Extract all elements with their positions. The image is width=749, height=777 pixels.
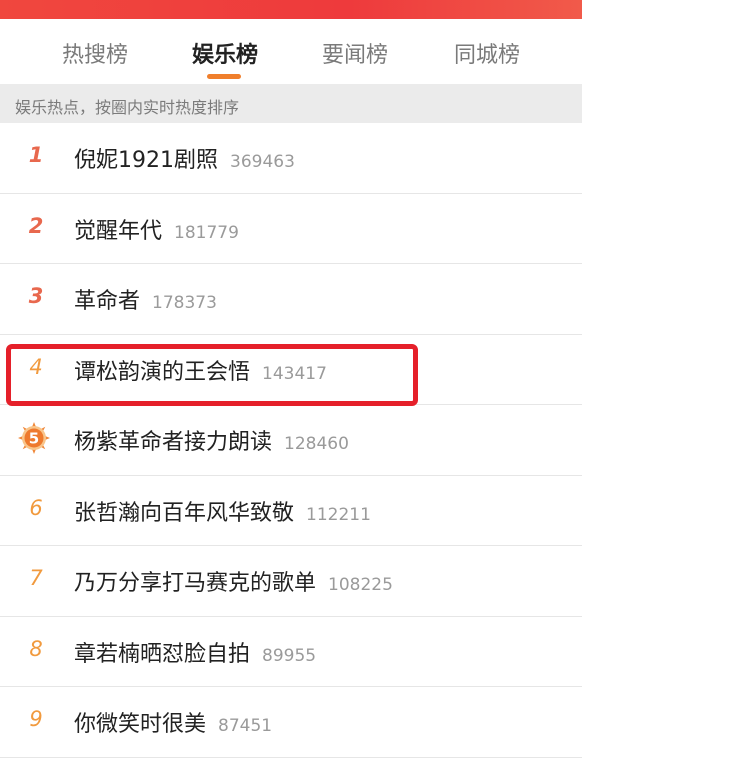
tab-bar: 热搜榜 娱乐榜 要闻榜 同城榜 (0, 19, 582, 83)
list-item[interactable]: 9 你微笑时很美 87451 (0, 687, 582, 758)
rank-number: 5 (29, 430, 39, 448)
heat-count: 369463 (230, 152, 295, 172)
rank-number: 3 (28, 284, 44, 308)
rank-number: 4 (29, 354, 43, 379)
list-item[interactable]: 2 觉醒年代 181779 (0, 194, 582, 264)
rank-number: 7 (29, 566, 43, 590)
item-title-line: 革命者 178373 (74, 283, 217, 315)
item-title-line: 倪妮1921剧照 369463 (74, 142, 295, 174)
item-title: 倪妮1921剧照 (74, 148, 218, 173)
active-tab-indicator (207, 74, 241, 79)
heat-count: 143417 (262, 363, 327, 384)
item-title: 觉醒年代 (74, 218, 163, 244)
list-item[interactable]: 7 乃万分享打马赛克的歌单 108225 (0, 546, 582, 617)
item-title: 章若楠晒怼脸自拍 (74, 641, 251, 667)
rank-number: 9 (29, 707, 43, 731)
heat-count: 87451 (218, 716, 273, 736)
heat-count: 178373 (152, 293, 217, 313)
item-title-line: 你微笑时很美 87451 (74, 706, 272, 738)
tab-news[interactable]: 要闻榜 (320, 37, 390, 69)
rank-number: 8 (29, 636, 43, 661)
heat-count: 181779 (174, 222, 239, 243)
item-title: 你微笑时很美 (74, 712, 207, 737)
top-banner (0, 0, 582, 19)
hot-list-panel: 热搜榜 娱乐榜 要闻榜 同城榜 娱乐热点，按圈内实时热度排序 1 倪妮1921剧… (0, 0, 582, 777)
heat-count: 108225 (328, 575, 393, 595)
list-item[interactable]: 3 革命者 178373 (0, 264, 582, 335)
item-title-line: 觉醒年代 181779 (74, 213, 239, 245)
heat-count: 128460 (284, 434, 349, 454)
list-description-text: 娱乐热点，按圈内实时热度排序 (15, 98, 240, 117)
list-item[interactable]: 1 倪妮1921剧照 369463 (0, 123, 582, 194)
ranking-list: 1 倪妮1921剧照 369463 2 觉醒年代 181779 3 革命者 17837… (0, 123, 582, 758)
item-title: 谭松韵演的王会悟 (74, 359, 251, 385)
item-title: 杨紫革命者接力朗读 (74, 430, 273, 455)
item-title-line: 章若楠晒怼脸自拍 89955 (74, 636, 316, 668)
sun-badge-icon: 5 (18, 422, 50, 454)
item-title-line: 乃万分享打马赛克的歌单 108225 (74, 565, 393, 597)
rank-number: 2 (28, 213, 44, 238)
list-description: 娱乐热点，按圈内实时热度排序 (0, 84, 582, 123)
list-item[interactable]: 6 张哲瀚向百年风华致敬 112211 (0, 476, 582, 546)
item-title: 革命者 (74, 289, 141, 314)
tab-hot-search[interactable]: 热搜榜 (60, 37, 130, 69)
list-item[interactable]: 5 杨紫革命者接力朗读 128460 (0, 405, 582, 476)
rank-number: 6 (29, 495, 43, 520)
rank-number: 1 (28, 143, 44, 167)
item-title-line: 杨紫革命者接力朗读 128460 (74, 424, 349, 456)
item-title: 乃万分享打马赛克的歌单 (74, 571, 317, 596)
heat-count: 112211 (306, 504, 371, 525)
item-title-line: 张哲瀚向百年风华致敬 112211 (74, 495, 371, 527)
heat-count: 89955 (262, 645, 317, 666)
item-title-line: 谭松韵演的王会悟 143417 (74, 354, 327, 386)
tab-local[interactable]: 同城榜 (452, 37, 522, 69)
item-title: 张哲瀚向百年风华致敬 (74, 500, 295, 526)
list-item[interactable]: 4 谭松韵演的王会悟 143417 (0, 335, 582, 405)
list-item[interactable]: 8 章若楠晒怼脸自拍 89955 (0, 617, 582, 687)
tab-entertainment[interactable]: 娱乐榜 (190, 37, 260, 69)
